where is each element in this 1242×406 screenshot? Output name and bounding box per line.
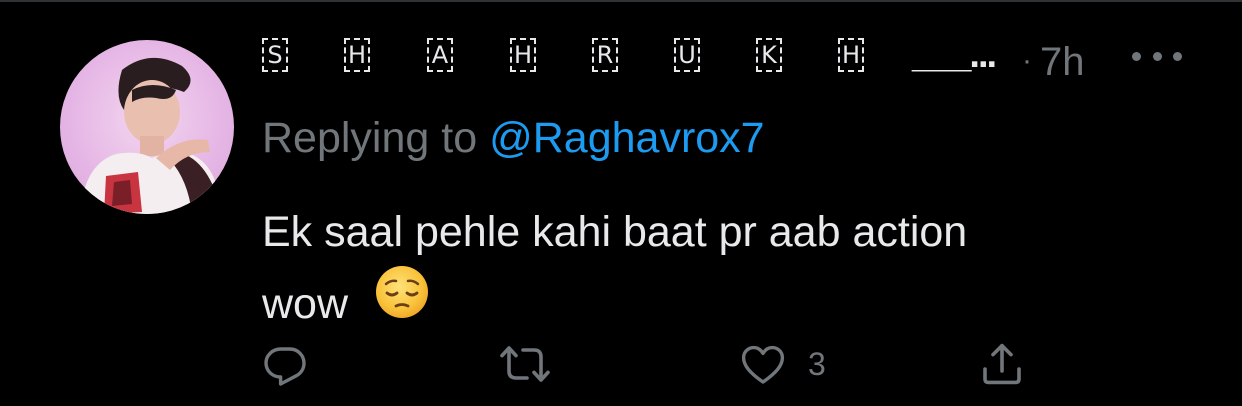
tweet-text-line: Ek saal pehle kahi baat pr aab action — [262, 208, 968, 256]
tweet-actions: 3 — [262, 340, 1042, 390]
timestamp[interactable]: 7h — [1040, 40, 1085, 85]
heart-icon — [741, 345, 785, 384]
retweet-button[interactable] — [498, 340, 552, 388]
tweet-header: S H A H R U K H ___... · 7h — [262, 30, 1212, 100]
separator-dot: · — [1022, 44, 1032, 77]
top-divider — [0, 0, 1242, 2]
tweet-text-line-2: wow — [262, 265, 1162, 342]
tweet-text: Ek saal pehle kahi baat pr aab action wo… — [262, 196, 1162, 342]
more-options-icon[interactable] — [1132, 44, 1182, 68]
share-button[interactable] — [978, 340, 1026, 388]
replying-to-label: Replying to — [262, 114, 490, 162]
share-icon — [983, 343, 1021, 385]
tweet: S H A H R U K H ___... · 7h Replying to … — [262, 30, 1212, 328]
reply-button[interactable] — [262, 340, 310, 388]
display-name-letter[interactable]: H — [510, 38, 536, 72]
display-name-letter[interactable]: K — [756, 38, 782, 72]
pensive-face-emoji — [374, 264, 430, 342]
tweet-text-word: wow — [262, 280, 349, 328]
display-name-letter[interactable]: R — [592, 38, 618, 72]
reply-icon — [264, 347, 306, 386]
display-name-letter[interactable]: H — [838, 38, 864, 72]
display-name-suffix[interactable]: ___... — [912, 34, 997, 77]
replying-to: Replying to @Raghavrox7 — [262, 114, 765, 163]
mention-link[interactable]: @Raghavrox7 — [489, 114, 765, 162]
display-name-letter[interactable]: H — [344, 38, 370, 72]
avatar-photo — [80, 57, 222, 214]
display-name-letter[interactable]: U — [674, 38, 700, 72]
like-button[interactable]: 3 — [738, 340, 826, 388]
like-count: 3 — [808, 345, 826, 382]
display-name-letter[interactable]: A — [427, 38, 453, 72]
retweet-icon — [500, 346, 550, 382]
display-name-letter[interactable]: S — [262, 38, 288, 72]
avatar[interactable] — [60, 40, 234, 214]
